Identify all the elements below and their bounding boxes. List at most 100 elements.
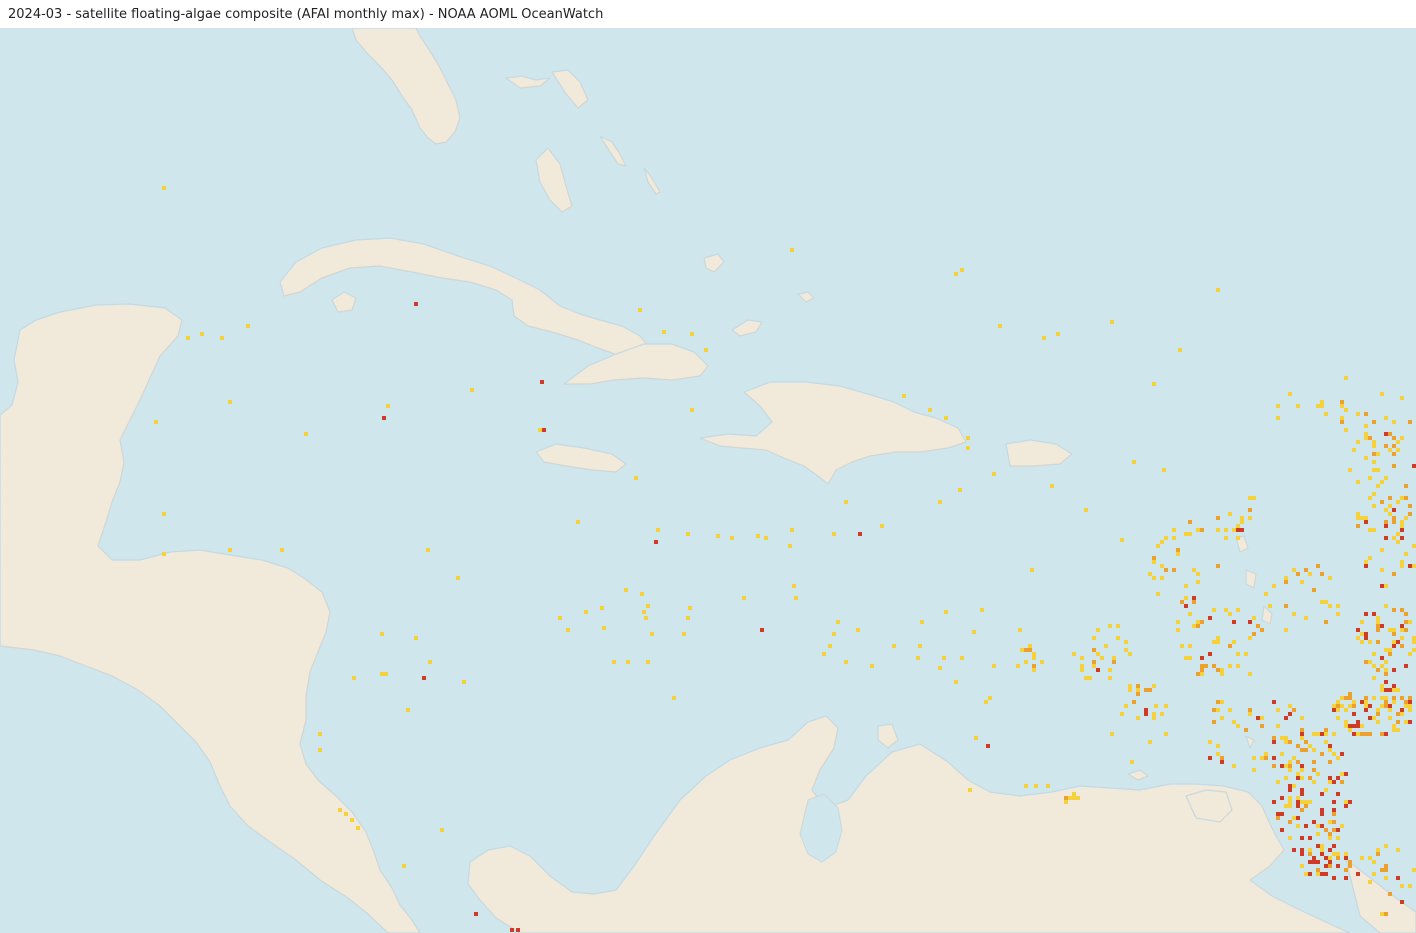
algae-pixel — [1332, 800, 1336, 804]
algae-pixel — [1040, 660, 1044, 664]
algae-pixel — [1400, 536, 1404, 540]
algae-pixel — [1300, 848, 1304, 852]
algae-pixel — [1340, 752, 1344, 756]
algae-pixel — [1404, 552, 1408, 556]
algae-pixel — [870, 664, 874, 668]
algae-pixel — [1144, 688, 1148, 692]
algae-pixel — [1216, 288, 1220, 292]
algae-pixel — [1200, 656, 1204, 660]
algae-pixel — [1364, 632, 1368, 636]
algae-pixel — [1244, 728, 1248, 732]
algae-pixel — [1340, 780, 1344, 784]
algae-pixel — [1320, 732, 1324, 736]
algae-pixel — [1364, 432, 1368, 436]
algae-pixel — [1388, 432, 1392, 436]
algae-pixel — [1220, 700, 1224, 704]
algae-pixel — [1300, 764, 1304, 768]
algae-pixel — [980, 608, 984, 612]
algae-pixel — [1236, 664, 1240, 668]
algae-pixel — [1372, 504, 1376, 508]
algae-pixel — [440, 828, 444, 832]
algae-pixel — [1232, 528, 1236, 532]
algae-pixel — [1388, 648, 1392, 652]
algae-pixel — [1228, 644, 1232, 648]
algae-pixel — [1284, 764, 1288, 768]
algae-pixel — [1124, 648, 1128, 652]
algae-pixel — [1320, 752, 1324, 756]
algae-pixel — [1392, 452, 1396, 456]
algae-pixel — [1328, 832, 1332, 836]
algae-pixel — [1180, 644, 1184, 648]
algae-pixel — [1396, 848, 1400, 852]
algae-pixel — [1388, 704, 1392, 708]
algae-pixel — [1392, 436, 1396, 440]
algae-pixel — [1400, 524, 1404, 528]
algae-pixel — [304, 432, 308, 436]
algae-pixel — [1360, 856, 1364, 860]
algae-pixel — [1212, 720, 1216, 724]
algae-pixel — [1216, 744, 1220, 748]
algae-pixel — [640, 592, 644, 596]
algae-pixel — [1172, 528, 1176, 532]
algae-pixel — [1288, 784, 1292, 788]
algae-pixel — [1364, 708, 1368, 712]
algae-pixel — [426, 548, 430, 552]
algae-pixel — [1212, 608, 1216, 612]
algae-pixel — [1288, 820, 1292, 824]
algae-pixel — [1372, 452, 1376, 456]
algae-pixel — [1136, 684, 1140, 688]
algae-pixel — [1344, 428, 1348, 432]
algae-pixel — [1348, 864, 1352, 868]
algae-pixel — [1336, 756, 1340, 760]
algae-pixel — [1236, 528, 1240, 532]
algae-pixel — [646, 604, 650, 608]
algae-pixel — [1032, 668, 1036, 672]
algae-pixel — [1312, 780, 1316, 784]
algae-pixel — [1360, 724, 1364, 728]
algae-pixel — [558, 616, 562, 620]
algae-pixel — [1352, 700, 1356, 704]
algae-pixel — [1404, 704, 1408, 708]
algae-pixel — [1152, 684, 1156, 688]
algae-pixel — [1412, 564, 1416, 568]
algae-pixel — [1332, 708, 1336, 712]
algae-pixel — [1324, 600, 1328, 604]
algae-pixel — [1096, 628, 1100, 632]
algae-pixel — [1380, 568, 1384, 572]
algae-pixel — [1296, 804, 1300, 808]
algae-pixel — [1304, 804, 1308, 808]
algae-pixel — [1216, 528, 1220, 532]
algae-pixel — [1300, 852, 1304, 856]
algae-pixel — [1356, 440, 1360, 444]
algae-pixel — [1172, 568, 1176, 572]
algae-pixel — [1348, 704, 1352, 708]
algae-pixel — [1412, 648, 1416, 652]
algae-pixel — [1196, 624, 1200, 628]
map-canvas[interactable] — [0, 28, 1416, 933]
algae-pixel — [1364, 732, 1368, 736]
algae-pixel — [1284, 804, 1288, 808]
algae-pixel — [1164, 568, 1168, 572]
algae-pixel — [1384, 864, 1388, 868]
algae-pixel — [1196, 580, 1200, 584]
algae-pixel — [1400, 636, 1404, 640]
algae-pixel — [1332, 876, 1336, 880]
algae-pixel — [1296, 776, 1300, 780]
algae-pixel — [1248, 712, 1252, 716]
algae-pixel — [1304, 568, 1308, 572]
algae-pixel — [1184, 596, 1188, 600]
algae-pixel — [1404, 516, 1408, 520]
algae-pixel — [1072, 796, 1076, 800]
algae-pixel — [1328, 836, 1332, 840]
algae-pixel — [1088, 676, 1092, 680]
algae-pixel — [916, 656, 920, 660]
algae-pixel — [1092, 648, 1096, 652]
algae-pixel — [1332, 828, 1336, 832]
algae-pixel — [1396, 500, 1400, 504]
algae-pixel — [402, 864, 406, 868]
algae-pixel — [1216, 708, 1220, 712]
algae-pixel — [1216, 700, 1220, 704]
algae-pixel — [1284, 776, 1288, 780]
algae-pixel — [1336, 852, 1340, 856]
algae-pixel — [1068, 796, 1072, 800]
